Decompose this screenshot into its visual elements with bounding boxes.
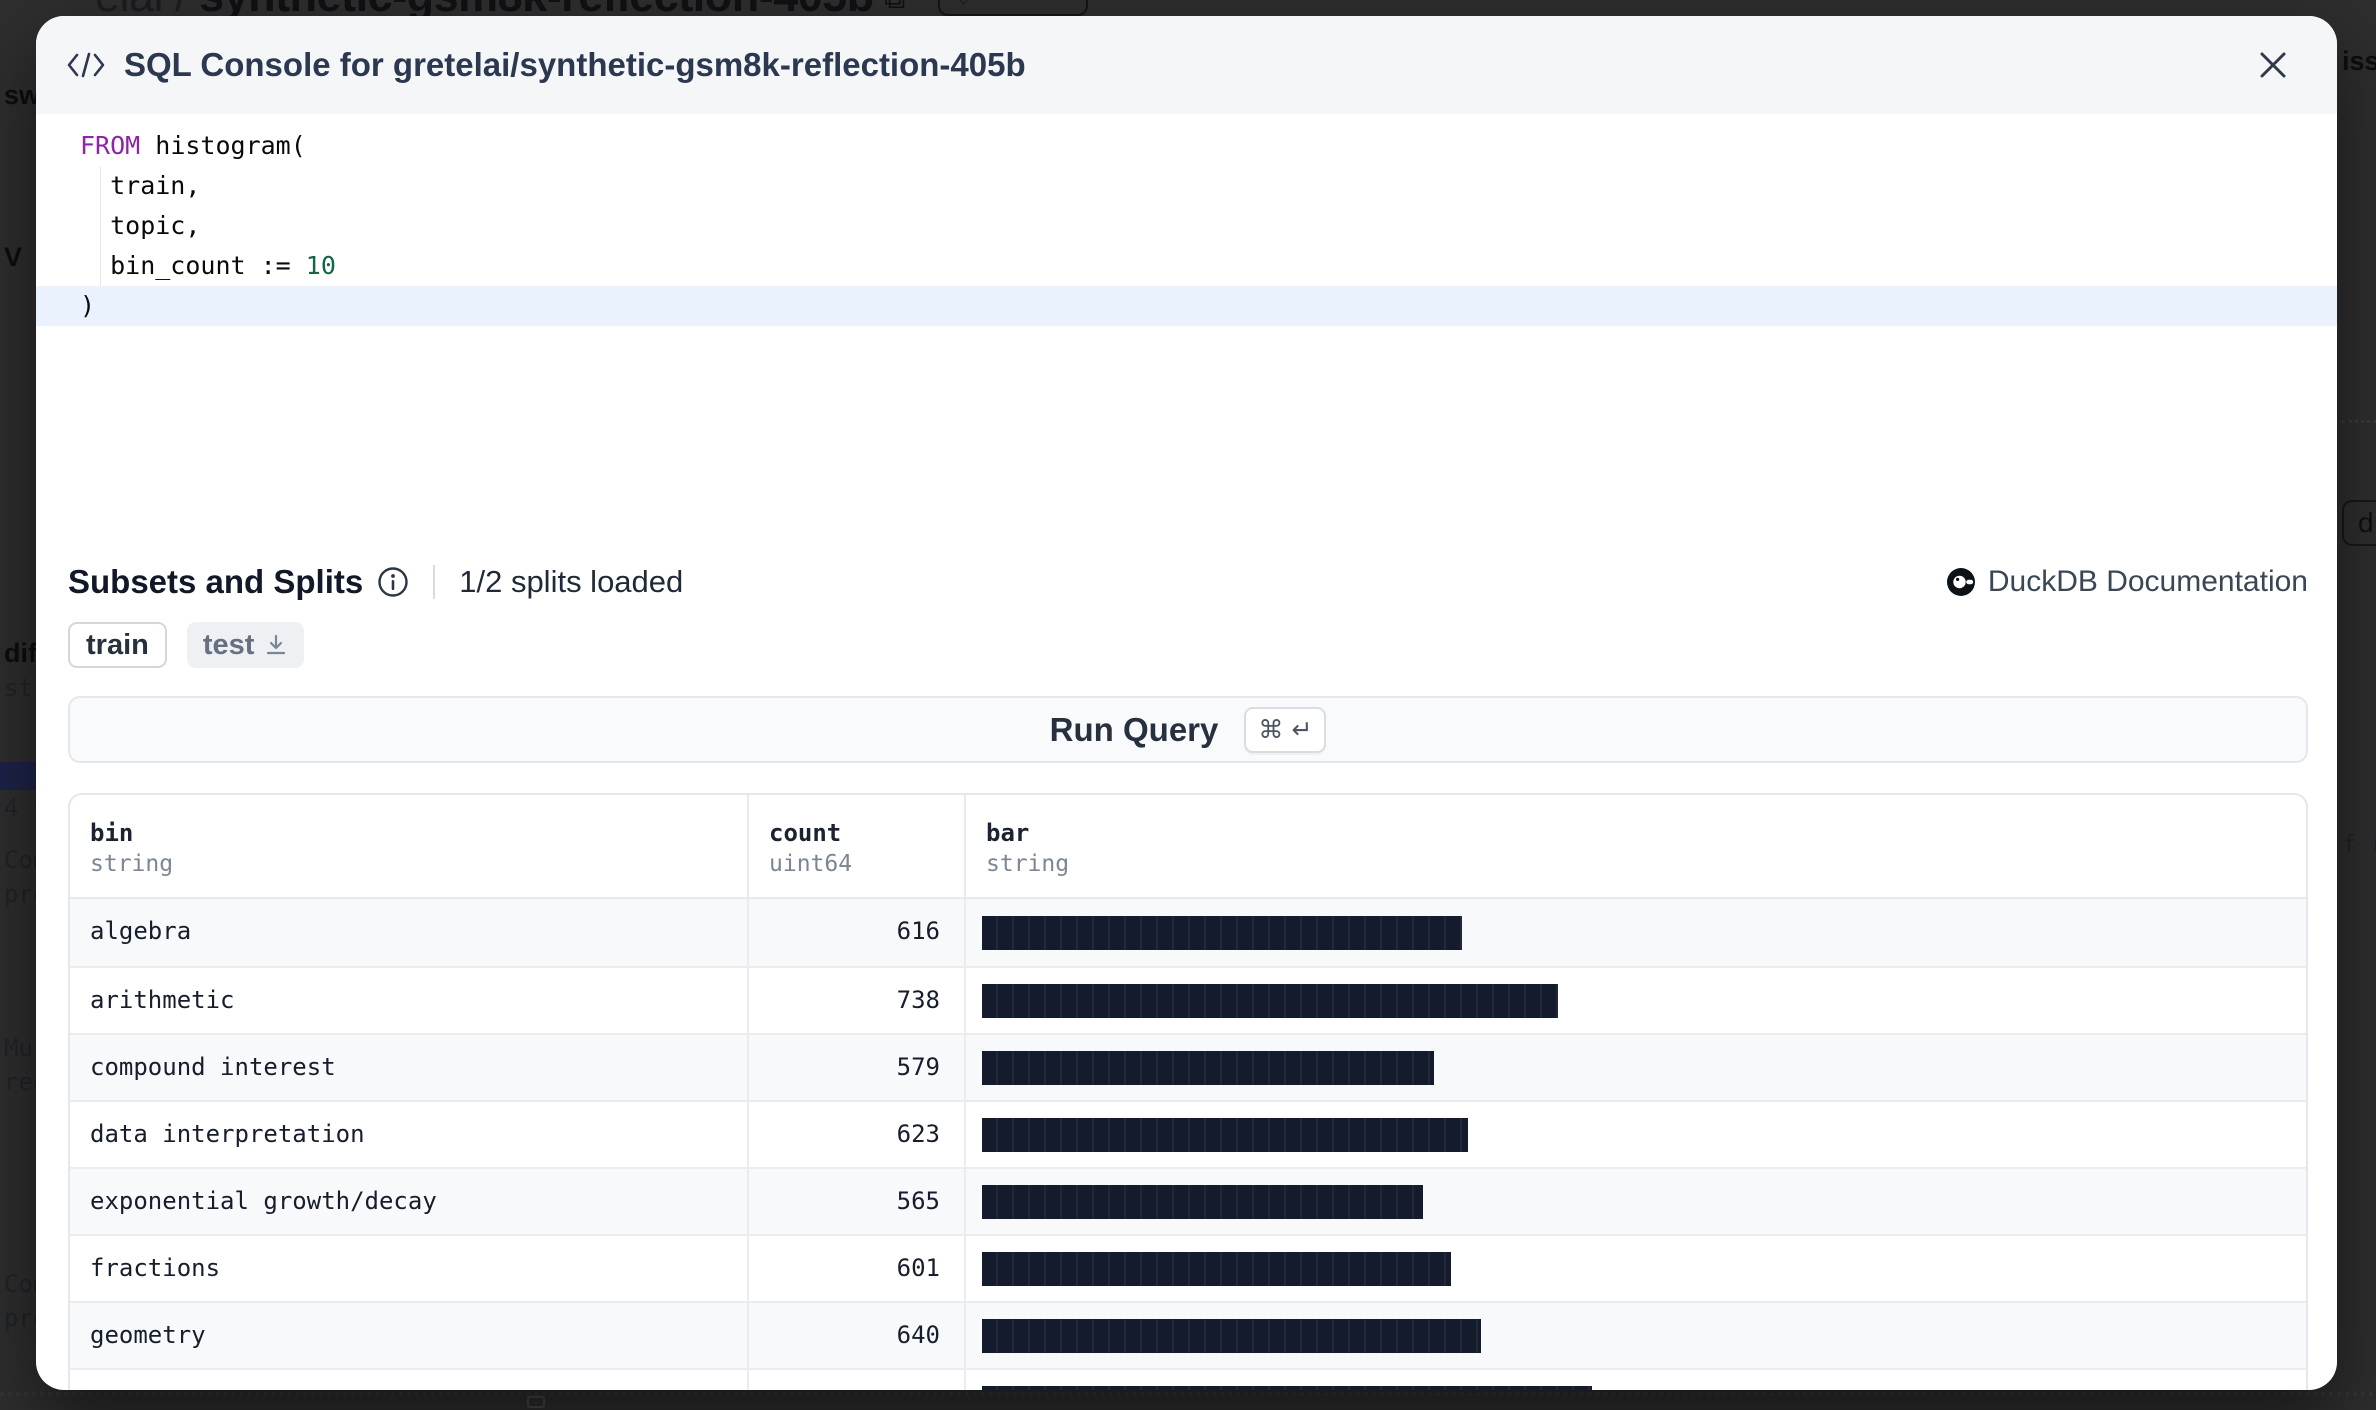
cell-bar [966,899,2306,966]
histogram-bar [982,984,1558,1018]
code-line[interactable]: ) [36,286,2337,326]
table-row[interactable]: fractions601 [70,1234,2306,1301]
code-icon [66,50,106,80]
results-table: bin string count uint64 bar string algeb… [68,793,2308,1390]
cell-bin: compound interest [70,1035,749,1100]
background-icon-fragment [527,1396,545,1408]
modal-header: SQL Console for gretelai/synthetic-gsm8k… [36,16,2337,114]
split-chip-test[interactable]: test [187,622,305,668]
cell-bar [966,1169,2306,1234]
cell-bin: arithmetic [70,968,749,1033]
duckdb-documentation-link[interactable]: DuckDB Documentation [1946,565,2308,599]
table-row[interactable]: data interpretation623 [70,1100,2306,1167]
background-button-fragment: d [2342,500,2376,546]
cell-count: 640 [749,1303,966,1368]
code-line[interactable]: train, [36,166,2337,206]
cell-count: 623 [749,1102,966,1167]
code-line[interactable]: bin_count := 10 [36,246,2337,286]
histogram-bar [982,1118,1468,1152]
column-type-count: uint64 [769,849,964,879]
cell-bin: geometry [70,1303,749,1368]
cell-bar [966,1035,2306,1100]
histogram-bar [982,1185,1423,1219]
cell-count: 738 [749,968,966,1033]
sql-editor[interactable]: FROM histogram( train, topic, bin_count … [36,114,2337,444]
heart-icon: ♡ [952,0,975,11]
background-dotted-row [0,1392,2376,1396]
code-line[interactable]: FROM histogram( [36,126,2337,166]
duckdb-logo-icon [1946,567,1976,597]
cell-bin: fractions [70,1236,749,1301]
column-type-bar: string [986,849,2306,879]
cell-count [749,1370,966,1390]
sql-console-modal: SQL Console for gretelai/synthetic-gsm8k… [36,16,2337,1390]
cell-bin: algebra [70,899,749,966]
table-row[interactable] [70,1368,2306,1390]
like-button: ♡ [938,0,1088,16]
histogram-bar [982,1386,1592,1391]
splits-loaded-status: 1/2 splits loaded [459,564,683,600]
cell-count: 565 [749,1169,966,1234]
histogram-bar [982,1051,1434,1085]
info-icon[interactable] [377,566,409,598]
cell-count: 616 [749,899,966,966]
table-row[interactable]: exponential growth/decay565 [70,1167,2306,1234]
cell-bar [966,1236,2306,1301]
cell-bar [966,1303,2306,1368]
divider [433,565,435,599]
split-chip-train[interactable]: train [68,622,167,668]
background-dotted-line [2342,420,2376,423]
background-text-fragment: issa [2342,46,2376,77]
close-button[interactable] [2253,45,2293,85]
modal-title: SQL Console for gretelai/synthetic-gsm8k… [124,46,2253,84]
code-line[interactable]: topic, [36,206,2337,246]
cell-bar [966,968,2306,1033]
background-text-fragment: dif [4,638,37,669]
histogram-bar [982,1252,1451,1286]
copy-icon: ⧉ [884,0,905,16]
background-text-fragment: sw [4,80,40,111]
table-row[interactable]: compound interest579 [70,1033,2306,1100]
cmd-key-icon: ⌘ [1258,715,1283,744]
subsets-splits-title: Subsets and Splits [68,563,363,601]
histogram-bar [982,1319,1481,1353]
background-text-fragment: f row [2342,830,2376,858]
column-name-bin[interactable]: bin [90,817,747,849]
download-icon [264,633,288,657]
table-row[interactable]: arithmetic738 [70,966,2306,1033]
cell-bar [966,1102,2306,1167]
cell-count: 579 [749,1035,966,1100]
table-row[interactable]: geometry640 [70,1301,2306,1368]
column-type-bin: string [90,849,747,879]
enter-key-icon: ↵ [1291,715,1312,744]
column-name-bar[interactable]: bar [986,817,2306,849]
table-row[interactable]: algebra616 [70,899,2306,966]
cell-bin: exponential growth/decay [70,1169,749,1234]
cell-bar [966,1370,2306,1390]
cell-bin [70,1370,749,1390]
results-table-header: bin string count uint64 bar string [70,795,2306,897]
cell-count: 601 [749,1236,966,1301]
cell-bin: data interpretation [70,1102,749,1167]
column-name-count[interactable]: count [769,817,964,849]
background-text-fragment: V [4,242,22,273]
keyboard-shortcut: ⌘ ↵ [1244,707,1326,753]
background-selected-row-band [0,762,36,790]
run-query-button[interactable]: Run Query ⌘ ↵ [68,696,2308,763]
results-table-body[interactable]: algebra616arithmetic738compound interest… [70,897,2306,1390]
histogram-bar [982,916,1462,950]
split-chips: train test [68,622,2308,668]
